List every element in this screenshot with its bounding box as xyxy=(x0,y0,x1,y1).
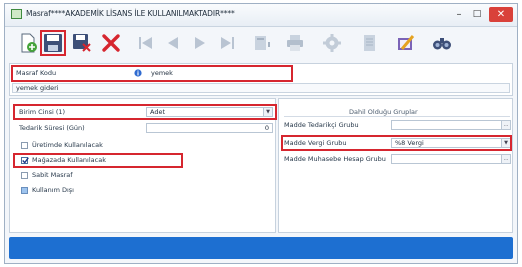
first-record-icon xyxy=(139,37,152,49)
binoculars-icon xyxy=(433,38,451,50)
highlight-code-row xyxy=(11,65,293,82)
title-bar: Masraf****AKADEMİK LİSANS İLE KULLANILMA… xyxy=(5,4,517,27)
delete-button[interactable] xyxy=(98,30,124,56)
new-document-icon xyxy=(21,33,37,53)
document-button[interactable] xyxy=(357,30,383,56)
header-panel: Masraf Kodu yemek yemek gideri xyxy=(9,63,513,96)
supply-group-label: Madde Tedarikçi Grubu xyxy=(284,121,359,129)
print-button[interactable] xyxy=(282,30,308,56)
checkbox-uretimde[interactable] xyxy=(21,142,28,149)
save-icon xyxy=(44,34,62,52)
checkbox-uretimde-label: Üretimde Kullanılacak xyxy=(32,141,103,149)
minimize-button[interactable]: – xyxy=(451,7,467,22)
checkbox-sabit-masraf[interactable] xyxy=(21,172,28,179)
save-as-button[interactable] xyxy=(69,30,95,56)
accounting-group-input[interactable]: … xyxy=(391,154,511,164)
window-app-icon xyxy=(11,9,22,19)
first-record-button[interactable] xyxy=(133,30,159,56)
export-button[interactable] xyxy=(249,30,275,56)
printer-icon xyxy=(287,35,303,51)
checkbox-kullanim-disi[interactable] xyxy=(21,187,28,194)
checkbox-kullanim-disi-label: Kullanım Dışı xyxy=(32,186,74,194)
ellipsis-icon[interactable]: … xyxy=(501,155,510,163)
pencil-book-icon xyxy=(398,35,415,50)
highlight-tax-group-row xyxy=(281,135,512,151)
toolbar xyxy=(9,28,513,60)
masraf-window: Masraf****AKADEMİK LİSANS İLE KULLANILMA… xyxy=(4,3,518,264)
previous-record-icon xyxy=(168,37,178,49)
ellipsis-icon[interactable]: … xyxy=(501,121,510,129)
last-record-button[interactable] xyxy=(214,30,240,56)
supply-group-input[interactable]: … xyxy=(391,120,511,130)
description-input[interactable]: yemek gideri xyxy=(12,83,510,93)
search-button[interactable] xyxy=(429,30,455,56)
status-bar xyxy=(9,237,513,259)
gear-icon xyxy=(323,34,341,52)
maximize-button[interactable]: □ xyxy=(469,7,485,22)
checkbox-sabit-masraf-label: Sabit Masraf xyxy=(32,171,73,179)
groups-divider xyxy=(284,116,510,117)
close-button[interactable]: ✕ xyxy=(489,7,513,22)
accounting-group-label: Madde Muhasebe Hesap Grubu xyxy=(284,155,386,163)
export-icon xyxy=(255,36,270,50)
window-title: Masraf****AKADEMİK LİSANS İLE KULLANILMA… xyxy=(26,9,235,18)
previous-record-button[interactable] xyxy=(160,30,186,56)
edit-button[interactable] xyxy=(393,30,419,56)
lead-time-label: Tedarik Süresi (Gün) xyxy=(19,124,85,132)
save-as-icon xyxy=(73,34,91,52)
delete-x-icon xyxy=(102,34,120,52)
lead-time-input[interactable]: 0 xyxy=(146,123,273,133)
groups-title: Dahil Olduğu Gruplar xyxy=(349,108,418,116)
next-record-button[interactable] xyxy=(187,30,213,56)
settings-button[interactable] xyxy=(319,30,345,56)
last-record-icon xyxy=(221,37,234,49)
new-document-button[interactable] xyxy=(15,30,41,56)
highlight-unit-row xyxy=(13,104,277,120)
next-record-icon xyxy=(195,37,205,49)
save-button[interactable] xyxy=(40,30,66,56)
document-icon xyxy=(364,35,375,51)
highlight-magazada-row xyxy=(13,153,183,168)
left-panel: Birim Cinsi (1) Adet ▼ Tedarik Süresi (G… xyxy=(9,98,277,233)
right-panel: Dahil Olduğu Gruplar Madde Tedarikçi Gru… xyxy=(278,98,513,233)
